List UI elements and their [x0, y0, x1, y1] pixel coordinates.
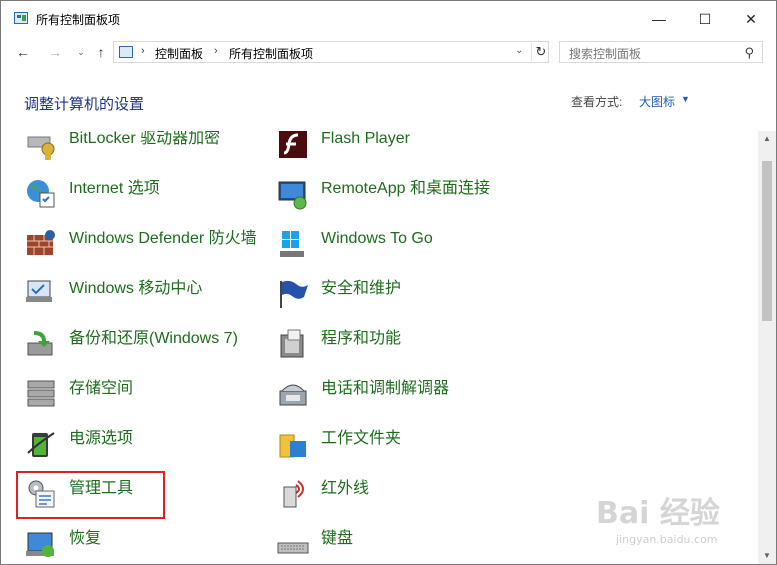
highlight-box-admin-tools: [16, 471, 165, 519]
mobility-center-icon: [26, 280, 52, 302]
window-title: 所有控制面板项: [36, 13, 121, 27]
power-icon: [27, 432, 55, 457]
back-button[interactable]: ←: [13, 43, 33, 61]
recent-locations-button[interactable]: ⌄: [71, 43, 91, 61]
search-input[interactable]: 搜索控制面板 ⚲: [559, 41, 763, 63]
work-folders-icon: [279, 434, 306, 458]
flash-icon: [279, 131, 307, 158]
control-panel-icon: [14, 12, 28, 24]
close-button[interactable]: ✕: [728, 1, 774, 37]
bitlocker-icon: [27, 136, 55, 160]
up-button[interactable]: ↑: [91, 43, 111, 61]
vertical-scrollbar[interactable]: ▲ ▼: [758, 131, 776, 564]
item-label: 备份和还原(Windows 7): [69, 330, 238, 347]
item-label: Windows To Go: [321, 230, 433, 247]
item-label: 恢复: [69, 530, 102, 547]
scrollbar-thumb[interactable]: [762, 161, 772, 321]
security-flag-icon: [280, 280, 308, 308]
item-label: Windows 移动中心: [69, 280, 203, 297]
forward-button[interactable]: →: [45, 43, 65, 61]
item-label: 存储空间: [69, 380, 134, 397]
baidu-watermark-url: jingyan.baidu.com: [616, 533, 718, 546]
breadcrumb-all-items[interactable]: 所有控制面板项: [229, 45, 313, 62]
view-by-dropdown[interactable]: 大图标: [639, 93, 675, 110]
view-by-label: 查看方式:: [571, 95, 623, 109]
item-label: Windows Defender 防火墙: [69, 230, 257, 247]
firewall-icon: [27, 230, 55, 255]
item-label: 安全和维护: [321, 280, 402, 297]
control-panel-icon: [119, 46, 133, 58]
search-icon[interactable]: ⚲: [744, 45, 754, 61]
recovery-icon: [26, 532, 54, 557]
programs-icon: [280, 329, 304, 358]
keyboard-icon: [277, 542, 309, 554]
chevron-down-icon[interactable]: ⌄: [515, 45, 523, 56]
item-label: BitLocker 驱动器加密: [69, 131, 221, 147]
backup-icon: [27, 331, 53, 356]
search-placeholder: 搜索控制面板: [569, 47, 642, 61]
scroll-up-arrow-icon[interactable]: ▲: [758, 131, 776, 147]
item-label: 电源选项: [69, 430, 134, 447]
address-bar[interactable]: › 控制面板 › 所有控制面板项 ⌄ ↻: [113, 41, 549, 63]
item-label: Internet 选项: [69, 180, 160, 197]
refresh-icon[interactable]: ↻: [531, 43, 550, 61]
item-label: 程序和功能: [321, 330, 402, 347]
internet-options-icon: [27, 180, 55, 208]
scroll-down-arrow-icon[interactable]: ▼: [758, 548, 776, 564]
title-bar[interactable]: 所有控制面板项 — ☐ ✕: [1, 1, 776, 37]
windows-to-go-icon: [280, 231, 304, 257]
breadcrumb-separator-icon[interactable]: ›: [141, 45, 145, 57]
maximize-button[interactable]: ☐: [682, 1, 728, 37]
storage-icon: [27, 380, 55, 407]
item-label: 电话和调制解调器: [321, 380, 450, 397]
phone-modem-icon: [279, 384, 307, 406]
baidu-watermark: Bai 经验: [596, 496, 720, 531]
item-label: Flash Player: [321, 131, 410, 147]
remoteapp-icon: [278, 181, 307, 210]
item-label: 键盘: [321, 530, 354, 547]
breadcrumb-separator-icon[interactable]: ›: [214, 45, 218, 57]
item-label: 红外线: [321, 480, 370, 497]
content-header: 调整计算机的设置 查看方式: 大图标 ▼: [1, 67, 776, 131]
item-label: RemoteApp 和桌面连接: [321, 180, 490, 197]
page-title: 调整计算机的设置: [24, 96, 145, 113]
item-label: 工作文件夹: [321, 430, 402, 447]
chevron-down-icon[interactable]: ▼: [681, 94, 690, 104]
breadcrumb-control-panel[interactable]: 控制面板: [155, 45, 203, 62]
navigation-bar: ← → ⌄ ↑ › 控制面板 › 所有控制面板项 ⌄ ↻ 搜索控制面板 ⚲: [1, 37, 776, 67]
control-panel-window: 所有控制面板项 — ☐ ✕ ← → ⌄ ↑ › 控制面板 › 所有控制面板项 ⌄…: [0, 0, 777, 565]
infrared-icon: [283, 480, 304, 508]
minimize-button[interactable]: —: [636, 1, 682, 37]
